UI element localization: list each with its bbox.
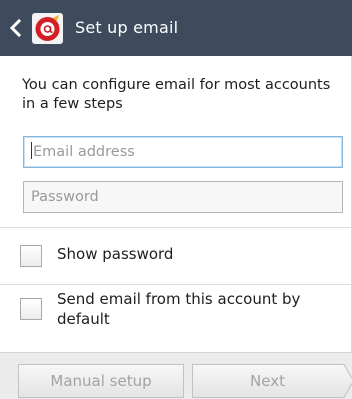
email-placeholder: Email address — [33, 144, 135, 160]
next-button-label: Next — [250, 372, 285, 390]
default-account-label: Send email from this account by default — [57, 290, 301, 328]
default-account-checkbox[interactable] — [20, 298, 42, 320]
default-account-row[interactable]: Send email from this account by default — [0, 285, 352, 351]
email-app-icon[interactable] — [31, 12, 64, 45]
intro-text: You can configure email for most account… — [22, 77, 331, 112]
show-password-row[interactable]: Show password — [0, 228, 352, 284]
password-placeholder: Password — [31, 189, 99, 205]
email-field[interactable]: Email address — [23, 136, 343, 168]
page-title: Set up email — [75, 18, 179, 37]
next-button[interactable]: Next — [192, 364, 352, 398]
text-caret — [31, 142, 32, 159]
action-bar: Set up email — [0, 0, 352, 56]
password-field[interactable]: Password — [23, 181, 343, 213]
manual-setup-button[interactable]: Manual setup — [18, 364, 184, 398]
chevron-left-icon[interactable] — [6, 18, 26, 38]
button-bar: Manual setup Next — [0, 352, 352, 399]
show-password-checkbox[interactable] — [20, 245, 42, 267]
next-arrow-shape — [342, 364, 352, 398]
show-password-label: Show password — [57, 245, 174, 263]
setup-email-screen: Set up email You can configure email for… — [0, 0, 352, 399]
